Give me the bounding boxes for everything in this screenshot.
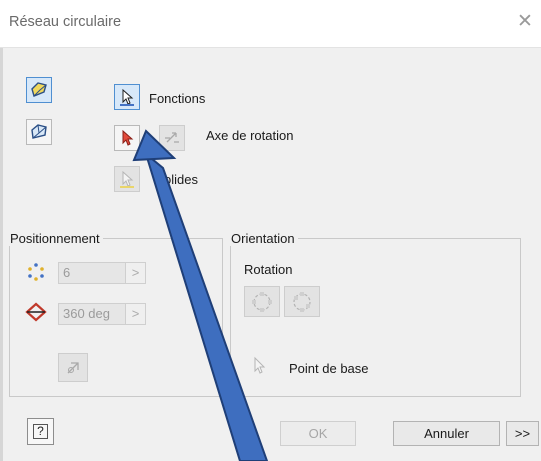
- occurrence-count-value: 6: [63, 265, 71, 280]
- ok-button[interactable]: OK: [280, 421, 356, 446]
- fonctions-selector-button[interactable]: [114, 84, 140, 110]
- occurrence-count-field[interactable]: 6 >: [58, 262, 146, 284]
- angle-field[interactable]: 360 deg >: [58, 303, 146, 325]
- title-bar: Réseau circulaire ✕: [0, 0, 541, 48]
- flip-axis-button[interactable]: [159, 125, 185, 151]
- solides-label: olides: [164, 172, 198, 187]
- help-icon: ?: [33, 424, 48, 439]
- rotation-mode-button-1[interactable]: [244, 286, 280, 317]
- help-button[interactable]: ?: [27, 418, 54, 445]
- midplane-button[interactable]: [58, 353, 88, 382]
- rotational-pattern-icon: [252, 291, 272, 312]
- occurrence-count-icon: [28, 263, 44, 281]
- bodies-mode-icon: [31, 124, 47, 139]
- grey-select-cursor-icon: [120, 170, 134, 188]
- base-point-label: Point de base: [289, 361, 369, 376]
- midplane-icon: [67, 361, 79, 373]
- angle-icon: [25, 302, 47, 322]
- axe-label: Axe de rotation: [206, 128, 294, 143]
- mode-bodies-button[interactable]: [26, 119, 52, 145]
- flip-direction-icon: [165, 132, 179, 143]
- angle-value: 360 deg: [63, 306, 110, 321]
- window-left-edge: [0, 0, 3, 461]
- select-cursor-icon: [120, 88, 134, 106]
- base-point-button[interactable]: [246, 351, 272, 381]
- features-mode-icon: [31, 82, 47, 97]
- rotation-label: Rotation: [244, 262, 293, 277]
- angle-arrow-button[interactable]: >: [125, 304, 145, 324]
- close-icon[interactable]: ✕: [517, 12, 533, 31]
- axe-selector-button[interactable]: [114, 125, 140, 151]
- more-options-button[interactable]: >>: [506, 421, 539, 446]
- mode-features-button[interactable]: [26, 77, 52, 103]
- fonctions-label: Fonctions: [149, 91, 206, 106]
- grey-select-cursor-icon: [254, 356, 266, 374]
- red-select-cursor-icon: [122, 129, 134, 146]
- positionnement-legend: Positionnement: [10, 231, 100, 246]
- rotation-mode-button-2[interactable]: [284, 286, 320, 317]
- dialog-title: Réseau circulaire: [9, 14, 122, 30]
- solides-selector-button[interactable]: [114, 166, 140, 192]
- fixed-pattern-icon: [293, 291, 311, 312]
- cancel-button[interactable]: Annuler: [393, 421, 500, 446]
- occurrence-count-arrow-button[interactable]: >: [125, 263, 145, 283]
- orientation-legend: Orientation: [231, 231, 295, 246]
